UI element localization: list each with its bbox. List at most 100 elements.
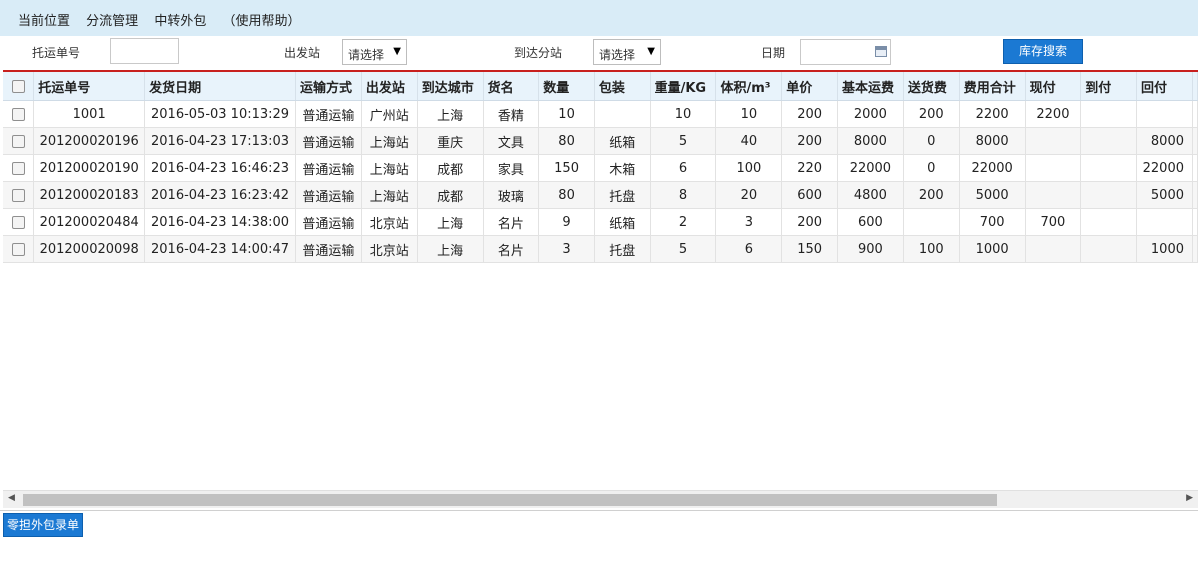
table-cell — [1025, 181, 1082, 209]
dest-label: 到达分站 — [514, 46, 563, 60]
table-cell: 100 — [903, 235, 960, 263]
row-checkbox[interactable] — [11, 242, 25, 256]
column-header[interactable]: 到达城市 — [417, 72, 484, 101]
breadcrumb: 当前位置 分流管理 中转外包 （使用帮助） — [0, 0, 1198, 36]
column-header[interactable]: 基本运费 — [837, 72, 904, 101]
row-checkbox[interactable] — [11, 215, 25, 229]
row-checkbox[interactable] — [11, 161, 25, 175]
column-header-filler — [1192, 72, 1198, 101]
column-header[interactable]: 送货费 — [903, 72, 960, 101]
breadcrumb-transit-outsource[interactable]: 中转外包 — [154, 14, 206, 29]
table-cell: 10 — [715, 100, 783, 128]
breadcrumb-current-location: 当前位置 — [18, 14, 71, 29]
column-header[interactable]: 到付 — [1080, 72, 1137, 101]
table-cell: 201200020196 — [33, 127, 146, 155]
table-cell: 40 — [715, 127, 783, 155]
table-cell: 北京站 — [361, 208, 418, 236]
table-cell: 6 — [650, 154, 717, 182]
table-cell: 上海 — [417, 208, 484, 236]
table-row[interactable]: 1001 2016-05-03 10:13:29 普通运输 广州站 上海 香精 10 10 10… — [3, 100, 1198, 128]
column-header[interactable]: 费用合计 — [959, 72, 1026, 101]
table-cell: 0 — [903, 127, 960, 155]
table-cell: 600 — [837, 208, 904, 236]
origin-select[interactable]: 请选择 ▼ — [342, 39, 407, 65]
table-cell: 200 — [903, 181, 960, 209]
table-cell: 纸箱 — [594, 127, 651, 155]
table-cell: 2200 — [1025, 100, 1082, 128]
table-row[interactable]: 201200020190 2016-04-23 16:46:23 普通运输 上海站 成都… — [3, 154, 1198, 182]
table-cell: 成都 — [417, 181, 484, 209]
bottom-bar: 零担外包录单 — [0, 510, 1198, 561]
table-row[interactable]: 201200020183 2016-04-23 16:23:42 普通运输 上海站 成都… — [3, 181, 1198, 209]
table-row[interactable]: 201200020196 2016-04-23 17:13:03 普通运输 上海站 重庆… — [3, 127, 1198, 155]
scroll-left-icon[interactable]: ◀ — [8, 493, 15, 503]
table-cell-filler — [1192, 208, 1198, 236]
table-cell: 上海 — [417, 100, 484, 128]
dest-select[interactable]: 请选择 ▼ — [593, 39, 661, 65]
table-cell: 文具 — [483, 127, 540, 155]
table-cell — [1025, 154, 1082, 182]
column-header[interactable]: 体积/m³ — [715, 72, 783, 101]
column-header[interactable]: 现付 — [1025, 72, 1082, 101]
dropdown-arrow-icon: ▼ — [393, 46, 401, 57]
table-cell: 普通运输 — [295, 154, 362, 182]
column-header[interactable]: 出发站 — [361, 72, 418, 101]
table-cell: 8 — [650, 181, 717, 209]
row-select-cell — [3, 235, 35, 263]
table-cell: 700 — [959, 208, 1026, 236]
select-all-header — [3, 72, 35, 101]
table-cell: 重庆 — [417, 127, 484, 155]
table-cell: 木箱 — [594, 154, 651, 182]
origin-label: 出发站 — [284, 46, 321, 60]
table-cell: 600 — [781, 181, 838, 209]
date-input[interactable] — [800, 39, 891, 65]
table-row[interactable]: 201200020484 2016-04-23 14:38:00 普通运输 北京站 上海… — [3, 208, 1198, 236]
row-select-cell — [3, 181, 35, 209]
column-header[interactable]: 托运单号 — [33, 72, 146, 101]
column-header[interactable]: 运输方式 — [295, 72, 362, 101]
table-cell: 6 — [715, 235, 783, 263]
row-checkbox[interactable] — [11, 107, 25, 121]
row-select-cell — [3, 208, 35, 236]
column-header[interactable]: 单价 — [781, 72, 838, 101]
column-header[interactable]: 货名 — [483, 72, 540, 101]
table-cell: 20 — [715, 181, 783, 209]
row-checkbox[interactable] — [11, 188, 25, 202]
calendar-icon[interactable] — [875, 46, 887, 57]
table-cell-filler — [1192, 181, 1198, 209]
dest-select-value: 请选择 — [599, 48, 636, 62]
table-cell: 4800 — [837, 181, 904, 209]
table-cell: 8000 — [959, 127, 1026, 155]
table-cell: 3 — [715, 208, 783, 236]
stock-search-button[interactable]: 库存搜索 — [1003, 39, 1083, 64]
dropdown-arrow-icon: ▼ — [647, 46, 655, 57]
scroll-right-icon[interactable]: ▶ — [1186, 493, 1193, 503]
column-header[interactable]: 包装 — [594, 72, 651, 101]
table-cell: 8000 — [837, 127, 904, 155]
table-cell — [1080, 127, 1137, 155]
row-checkbox[interactable] — [11, 134, 25, 148]
horizontal-scrollbar[interactable]: ◀ ▶ — [3, 490, 1198, 508]
table-cell-filler — [1192, 154, 1198, 182]
column-header[interactable]: 发货日期 — [144, 72, 296, 101]
table-cell: 2000 — [837, 100, 904, 128]
table-cell: 9 — [538, 208, 595, 236]
scrollbar-thumb[interactable] — [23, 494, 997, 506]
consign-no-input[interactable] — [110, 38, 179, 64]
column-header[interactable]: 重量/KG — [650, 72, 717, 101]
consign-no-label: 托运单号 — [32, 46, 81, 60]
table-cell — [1080, 235, 1137, 263]
column-header[interactable]: 回付 — [1136, 72, 1194, 101]
table-cell: 普通运输 — [295, 100, 362, 128]
help-link[interactable]: （使用帮助） — [222, 14, 300, 29]
table-row[interactable]: 201200020098 2016-04-23 14:00:47 普通运输 北京站 上海… — [3, 235, 1198, 263]
outsource-entry-button[interactable]: 零担外包录单 — [3, 513, 83, 537]
column-header[interactable]: 数量 — [538, 72, 595, 101]
select-all-checkbox[interactable] — [11, 79, 25, 93]
table-cell — [594, 100, 651, 128]
table-cell: 上海站 — [361, 154, 418, 182]
table-cell — [1080, 100, 1137, 128]
date-label: 日期 — [761, 46, 786, 60]
breadcrumb-shunt-management[interactable]: 分流管理 — [86, 14, 138, 29]
table-cell: 1000 — [959, 235, 1026, 263]
